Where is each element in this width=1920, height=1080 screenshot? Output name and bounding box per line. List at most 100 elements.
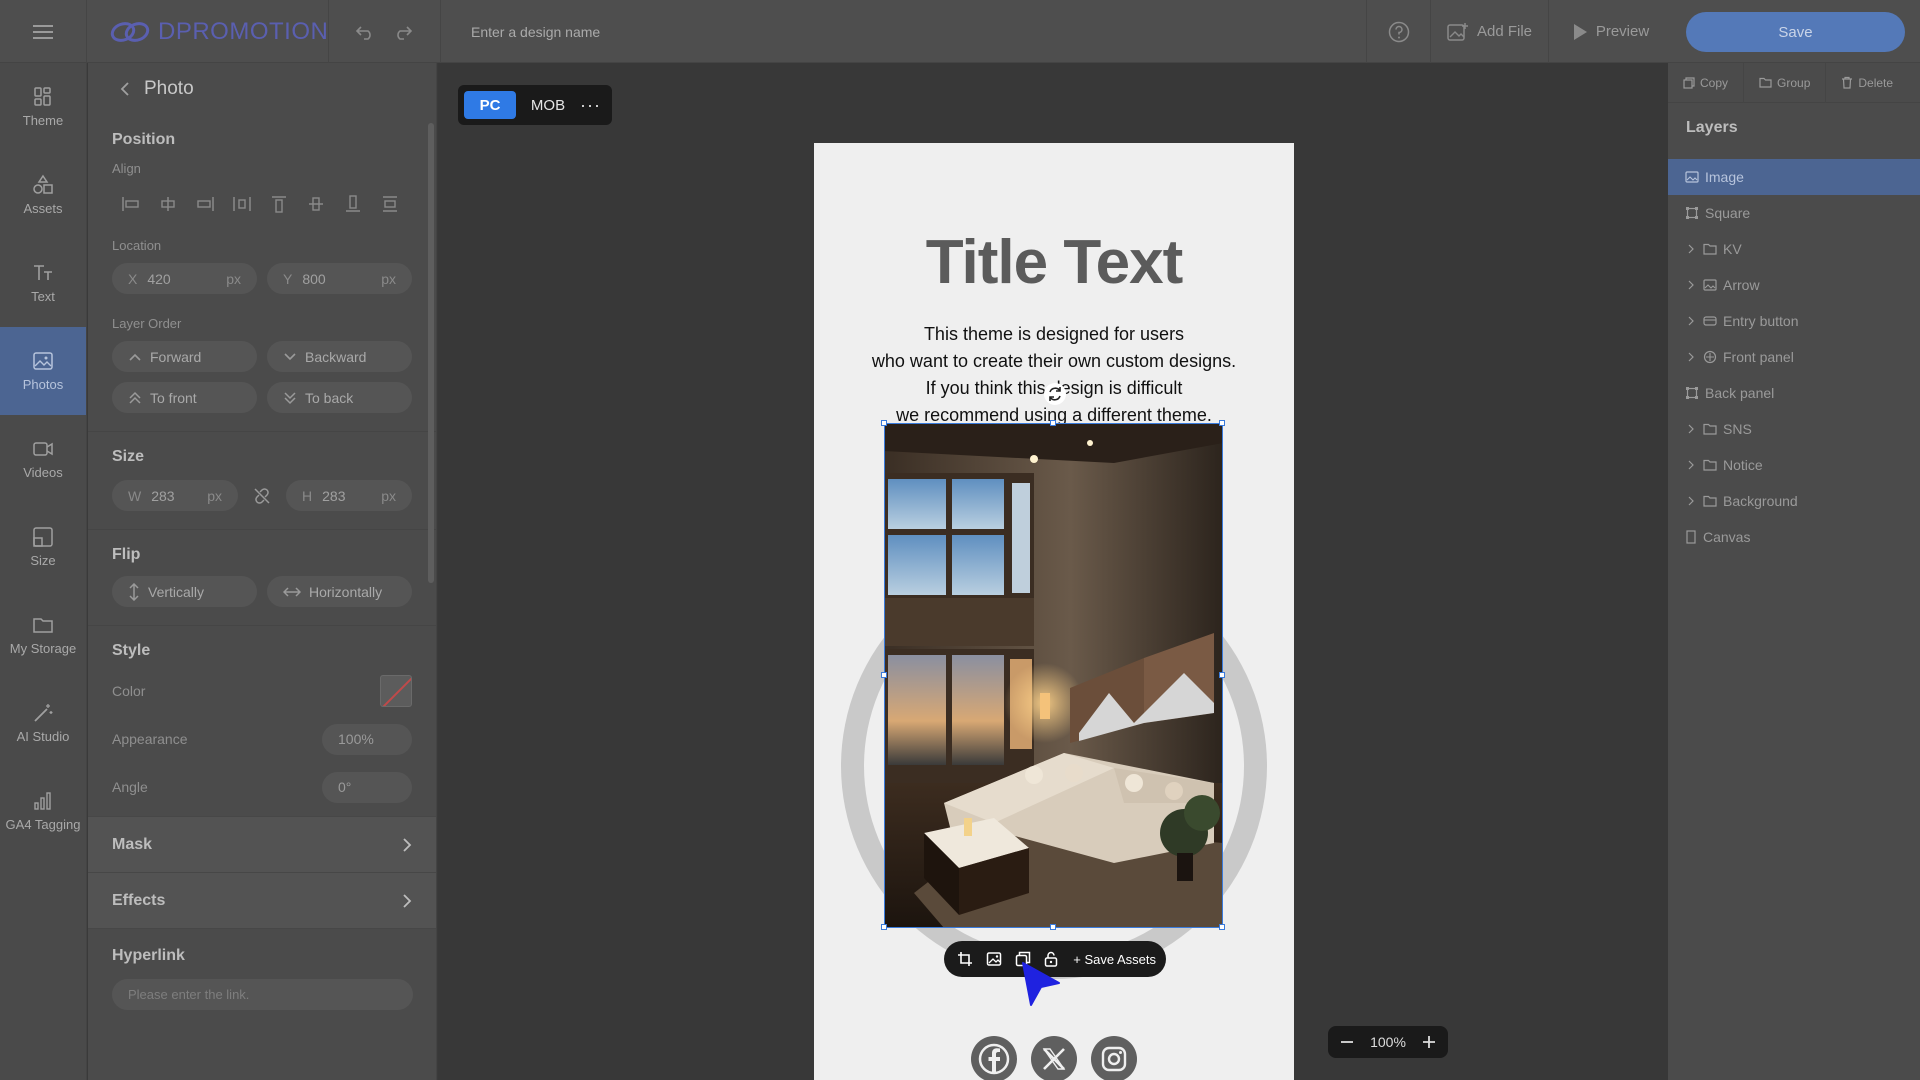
logo[interactable]: DPROMOTION: [110, 14, 328, 50]
resize-handle-top-right[interactable]: [1219, 420, 1225, 426]
align-top-button[interactable]: [260, 192, 297, 216]
sidebar-item-videos[interactable]: Videos: [0, 415, 86, 503]
resize-handle-left[interactable]: [881, 672, 887, 678]
align-bottom-button[interactable]: [334, 192, 371, 216]
resize-handle-bottom[interactable]: [1050, 924, 1056, 930]
expand-button[interactable]: [1685, 244, 1697, 254]
sidebar-item-text[interactable]: Text: [0, 239, 86, 327]
zoom-out-button[interactable]: [1340, 1035, 1354, 1049]
backward-button[interactable]: Backward: [267, 341, 412, 372]
expand-button[interactable]: [1685, 460, 1697, 470]
to-front-button[interactable]: To front: [112, 382, 257, 413]
mask-section-toggle[interactable]: Mask: [88, 816, 436, 872]
title-text[interactable]: Title Text: [814, 227, 1294, 298]
resize-handle-bottom-right[interactable]: [1219, 924, 1225, 930]
sidebar-item-my-storage[interactable]: My Storage: [0, 591, 86, 679]
height-field[interactable]: H 283 px: [286, 480, 412, 511]
chevron-up-icon: [129, 353, 141, 361]
square-icon: [1686, 207, 1698, 219]
preview-button[interactable]: Preview: [1548, 0, 1672, 63]
forward-button[interactable]: Forward: [112, 341, 257, 372]
to-back-button[interactable]: To back: [267, 382, 412, 413]
h-value: 283: [322, 487, 346, 504]
align-middle-button[interactable]: [297, 192, 334, 216]
distribute-v-button[interactable]: [371, 192, 408, 216]
pc-view-button[interactable]: PC: [464, 91, 516, 119]
x-field[interactable]: X 420 px: [112, 263, 257, 294]
resize-handle-top[interactable]: [1050, 420, 1056, 426]
design-name-input[interactable]: [471, 23, 871, 40]
layer-item-square[interactable]: Square: [1668, 195, 1920, 231]
undo-button[interactable]: [355, 24, 375, 40]
sidebar-item-ai-studio[interactable]: AI Studio: [0, 679, 86, 767]
body-text[interactable]: This theme is designed for users who wan…: [814, 321, 1294, 429]
angle-input[interactable]: 0°: [322, 771, 412, 803]
chevron-right-icon: [403, 837, 412, 852]
flip-vertical-button[interactable]: Vertically: [112, 576, 257, 607]
hyperlink-input[interactable]: Please enter the link.: [112, 979, 413, 1010]
align-left-button[interactable]: [112, 192, 149, 216]
text-icon: [34, 265, 52, 280]
appearance-input[interactable]: 100%: [322, 723, 412, 755]
copy-button[interactable]: Copy: [1668, 62, 1745, 103]
resize-handle-right[interactable]: [1219, 672, 1225, 678]
resize-handle-bottom-left[interactable]: [881, 924, 887, 930]
redo-button[interactable]: [393, 24, 413, 40]
mob-view-button[interactable]: MOB: [524, 97, 572, 114]
chevron-right-icon: [1688, 280, 1694, 290]
sidebar-item-theme[interactable]: Theme: [0, 63, 86, 151]
expand-button[interactable]: [1685, 352, 1697, 362]
sidebar-item-size[interactable]: Size: [0, 503, 86, 591]
artboard[interactable]: Title Text This theme is designed for us…: [814, 143, 1294, 1080]
distribute-h-button[interactable]: [223, 192, 260, 216]
more-options-button[interactable]: ···: [580, 95, 601, 116]
sidebar-item-ga4-tagging[interactable]: GA4 Tagging: [0, 767, 86, 855]
layer-label: Entry button: [1723, 313, 1799, 329]
replace-image-button[interactable]: [983, 948, 1005, 970]
layer-item-entry-button[interactable]: Entry button: [1668, 303, 1920, 339]
lock-ratio-button[interactable]: [248, 486, 276, 506]
align-right-button[interactable]: [186, 192, 223, 216]
layer-item-kv[interactable]: KV: [1668, 231, 1920, 267]
layer-item-back-panel[interactable]: Back panel: [1668, 375, 1920, 411]
crop-button[interactable]: [954, 948, 976, 970]
layer-item-front-panel[interactable]: Front panel: [1668, 339, 1920, 375]
layer-item-background[interactable]: Background: [1668, 483, 1920, 519]
help-button[interactable]: [1366, 0, 1430, 63]
panel-scrollbar[interactable]: [428, 123, 434, 583]
expand-button[interactable]: [1685, 496, 1697, 506]
canvas-stage[interactable]: PC MOB ··· Title Text This theme is desi…: [438, 63, 1668, 1080]
save-button[interactable]: Save: [1686, 12, 1905, 52]
color-swatch-none[interactable]: [380, 675, 412, 707]
y-field[interactable]: Y 800 px: [267, 263, 412, 294]
delete-button[interactable]: Delete: [1826, 63, 1908, 103]
save-assets-button[interactable]: + Save Assets: [1073, 952, 1156, 967]
group-button[interactable]: Group: [1744, 62, 1827, 103]
back-button[interactable]: [120, 81, 130, 97]
layer-item-sns[interactable]: SNS: [1668, 411, 1920, 447]
sidebar-item-photos[interactable]: Photos: [0, 327, 86, 415]
menu-button[interactable]: [0, 0, 87, 63]
layer-item-canvas[interactable]: Canvas: [1668, 519, 1920, 555]
rotate-handle[interactable]: [1044, 383, 1066, 405]
add-file-button[interactable]: Add File: [1430, 0, 1548, 63]
instagram-button[interactable]: [1091, 1036, 1137, 1080]
width-field[interactable]: W 283 px: [112, 480, 238, 511]
flip-horizontal-button[interactable]: Horizontally: [267, 576, 412, 607]
effects-section-toggle[interactable]: Effects: [88, 872, 436, 928]
align-bottom-icon: [345, 195, 360, 212]
device-toggle: PC MOB ···: [458, 85, 612, 125]
sidebar-item-assets[interactable]: Assets: [0, 151, 86, 239]
zoom-in-button[interactable]: [1422, 1035, 1436, 1049]
resize-handle-top-left[interactable]: [881, 420, 887, 426]
facebook-button[interactable]: [971, 1036, 1017, 1080]
layer-item-notice[interactable]: Notice: [1668, 447, 1920, 483]
align-center-h-button[interactable]: [149, 192, 186, 216]
expand-button[interactable]: [1685, 316, 1697, 326]
selected-photo[interactable]: [884, 423, 1223, 928]
layer-item-arrow[interactable]: Arrow: [1668, 267, 1920, 303]
x-button[interactable]: [1031, 1036, 1077, 1080]
expand-button[interactable]: [1685, 424, 1697, 434]
expand-button[interactable]: [1685, 280, 1697, 290]
layer-item-image[interactable]: Image: [1668, 159, 1920, 195]
